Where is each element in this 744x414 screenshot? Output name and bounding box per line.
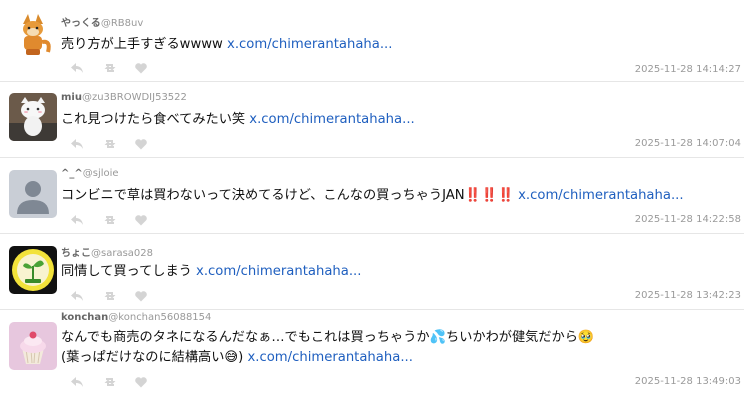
heart-icon[interactable]	[134, 137, 148, 151]
timestamp[interactable]: 2025-11-28 13:42:23	[635, 290, 741, 301]
tweet-text: 売り方が上手すぎるwwww x.com/chimerantahaha...	[61, 35, 736, 55]
user-handle[interactable]: @sjloie	[83, 168, 119, 179]
username[interactable]: miu	[61, 92, 82, 103]
username[interactable]: konchan	[61, 312, 108, 323]
username[interactable]: やっくる	[61, 18, 101, 29]
plant-logo-icon	[9, 246, 57, 294]
heart-icon[interactable]	[134, 213, 148, 227]
retweet-icon[interactable]	[103, 137, 117, 151]
avatar-default-person[interactable]	[9, 170, 57, 218]
timestamp[interactable]: 2025-11-28 14:07:04	[635, 138, 741, 149]
reply-icon[interactable]	[70, 289, 84, 303]
tweet-text-line-2: (葉っぱだけなのに結構高い😅) x.com/chimerantahaha...	[61, 348, 736, 368]
cupcake-icon	[9, 322, 57, 370]
tweet-text: これ見つけたら食べてみたい笑 x.com/chimerantahaha...	[61, 110, 736, 130]
avatar-white-cat[interactable]	[9, 93, 57, 141]
tweet-header: ^_^@sjloie	[61, 168, 119, 179]
tweet-text: コンビニで草は買わないって決めてるけど、こんなの買っちゃうJAN‼️‼️‼️ x…	[61, 186, 736, 206]
default-person-icon	[9, 170, 57, 218]
tweet-header: ちょこ@sarasa028	[61, 244, 153, 259]
tweet-link[interactable]: x.com/chimerantahaha...	[249, 112, 414, 127]
tweet-link[interactable]: x.com/chimerantahaha...	[227, 37, 392, 52]
tweet-link[interactable]: x.com/chimerantahaha...	[247, 350, 412, 365]
user-handle[interactable]: @zu3BROWDIJ53522	[82, 92, 187, 103]
reply-icon[interactable]	[70, 213, 84, 227]
white-cat-icon	[9, 93, 57, 141]
user-handle[interactable]: @RB8uv	[101, 18, 143, 29]
reply-icon[interactable]	[70, 375, 84, 389]
tweet-text: なんでも商売のタネになるんだなぁ…でもこれは買っちゃうか💦ちいかわが健気だから🥹…	[61, 328, 736, 368]
tweet-text-content: 売り方が上手すぎるwwww	[61, 37, 228, 52]
timestamp[interactable]: 2025-11-28 14:22:58	[635, 214, 741, 225]
tweet-header: miu@zu3BROWDIJ53522	[61, 92, 187, 103]
fox-figure-icon	[9, 12, 57, 60]
retweet-icon[interactable]	[103, 213, 117, 227]
tweet-text: 同情して買ってしまう x.com/chimerantahaha...	[61, 262, 736, 282]
retweet-icon[interactable]	[103, 61, 117, 75]
timestamp[interactable]: 2025-11-28 13:49:03	[635, 376, 741, 387]
avatar-cupcake[interactable]	[9, 322, 57, 370]
retweet-icon[interactable]	[103, 375, 117, 389]
tweet: ちょこ@sarasa028 同情して買ってしまう x.com/chimerant…	[0, 234, 744, 310]
tweet-link[interactable]: x.com/chimerantahaha...	[518, 188, 683, 203]
tweet: miu@zu3BROWDIJ53522 これ見つけたら食べてみたい笑 x.com…	[0, 82, 744, 158]
heart-icon[interactable]	[134, 289, 148, 303]
tweet: ^_^@sjloie コンビニで草は買わないって決めてるけど、こんなの買っちゃう…	[0, 158, 744, 234]
reply-icon[interactable]	[70, 137, 84, 151]
tweet: やっくる@RB8uv 売り方が上手すぎるwwww x.com/chimerant…	[0, 0, 744, 82]
avatar-plant-logo[interactable]	[9, 246, 57, 294]
tweet: konchan@konchan56088154 なんでも商売のタネになるんだなぁ…	[0, 310, 744, 414]
user-handle[interactable]: @konchan56088154	[108, 312, 211, 323]
username[interactable]: ちょこ	[61, 248, 91, 259]
tweet-header: konchan@konchan56088154	[61, 312, 211, 323]
tweet-text-content: (葉っぱだけなのに結構高い😅)	[61, 350, 248, 365]
tweet-text-content: コンビニで草は買わないって決めてるけど、こんなの買っちゃうJAN‼️‼️‼️	[61, 188, 519, 203]
user-handle[interactable]: @sarasa028	[91, 248, 153, 259]
tweet-text-content: 同情して買ってしまう	[61, 264, 197, 279]
heart-icon[interactable]	[134, 375, 148, 389]
username[interactable]: ^_^	[61, 168, 83, 179]
tweet-text-content: これ見つけたら食べてみたい笑	[61, 112, 250, 127]
reply-icon[interactable]	[70, 61, 84, 75]
avatar-fox-figure[interactable]	[9, 12, 57, 60]
tweet-text-line: なんでも商売のタネになるんだなぁ…でもこれは買っちゃうか💦ちいかわが健気だから🥹	[61, 330, 595, 345]
tweet-header: やっくる@RB8uv	[61, 14, 143, 29]
retweet-icon[interactable]	[103, 289, 117, 303]
tweet-link[interactable]: x.com/chimerantahaha...	[196, 264, 361, 279]
timeline: やっくる@RB8uv 売り方が上手すぎるwwww x.com/chimerant…	[0, 0, 744, 414]
timestamp[interactable]: 2025-11-28 14:14:27	[635, 64, 741, 75]
heart-icon[interactable]	[134, 61, 148, 75]
